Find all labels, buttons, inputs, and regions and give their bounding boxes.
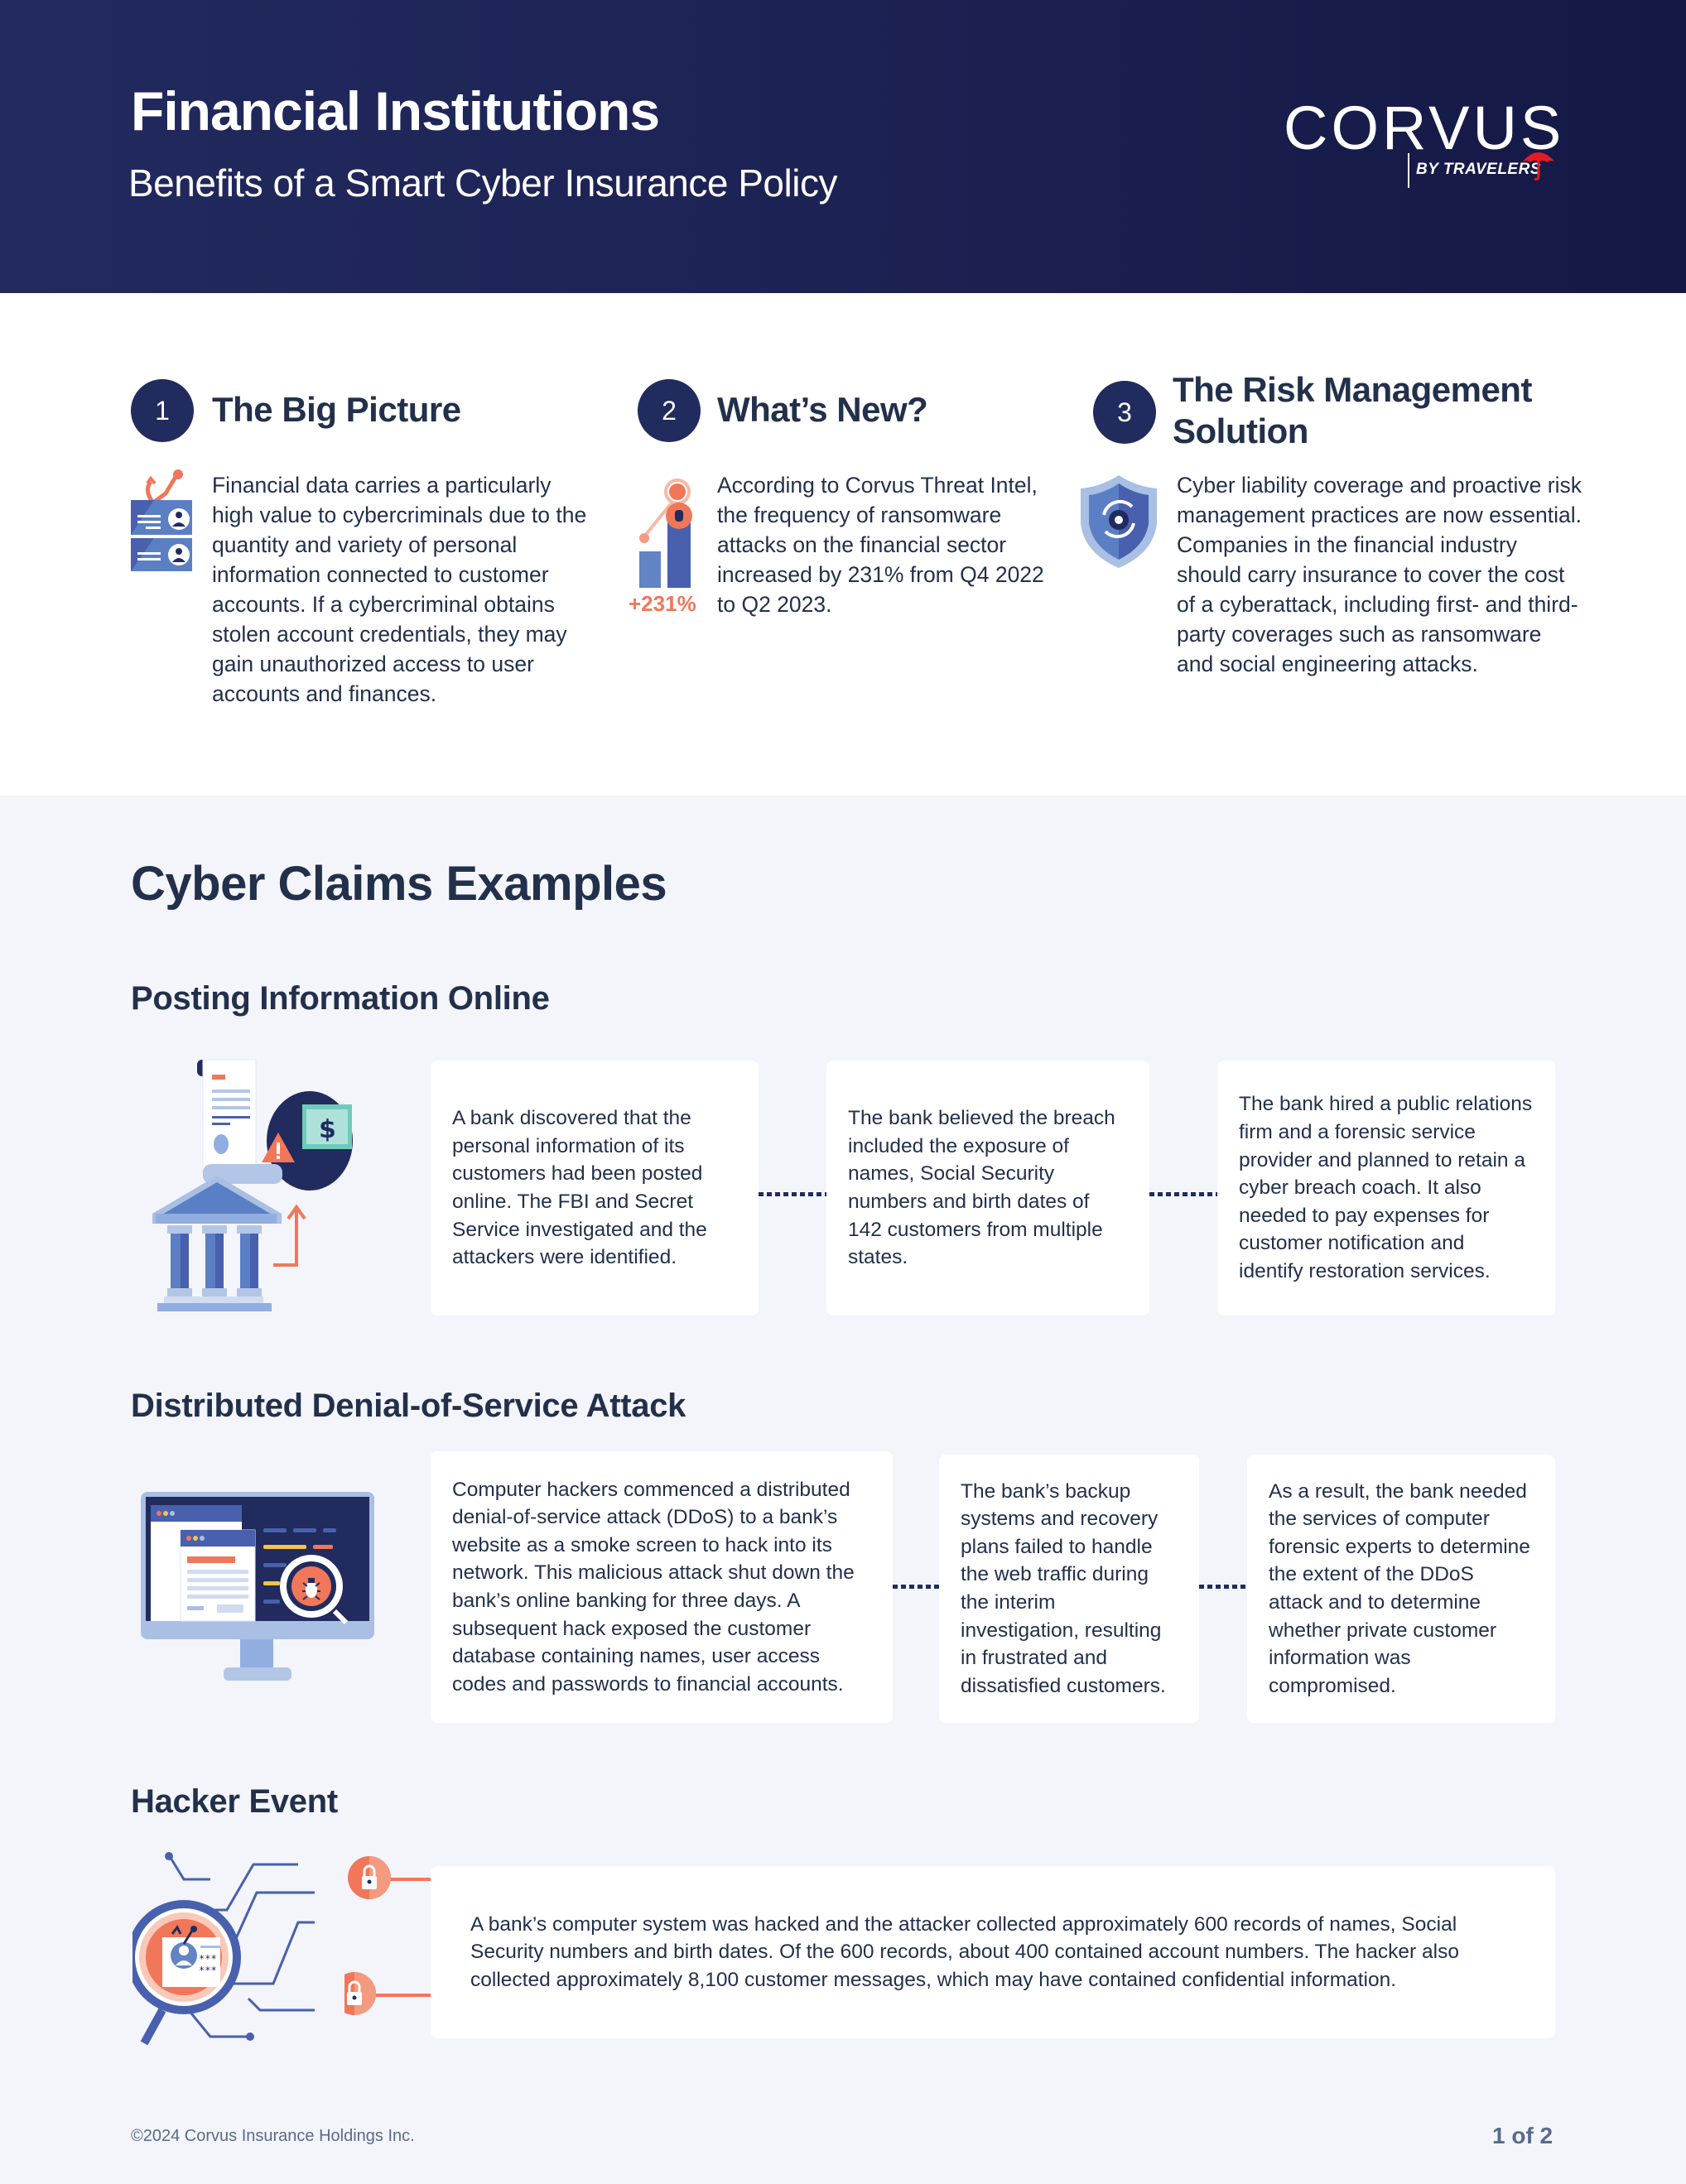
ransomware-growth-chart-icon bbox=[639, 479, 692, 588]
connector-dotted-line bbox=[759, 1192, 826, 1196]
claim-example-title: Posting Information Online bbox=[131, 980, 550, 1017]
page-subtitle: Benefits of a Smart Cyber Insurance Poli… bbox=[128, 161, 837, 204]
overview-body: Financial data carries a particularly hi… bbox=[212, 473, 587, 706]
monitor-bug-magnifier-icon bbox=[141, 1492, 374, 1681]
overview-body: Cyber liability coverage and proactive r… bbox=[1177, 473, 1582, 676]
claim-step-text: The bank’s backup systems and recovery p… bbox=[961, 1479, 1166, 1697]
claim-step-text: The bank hired a public relations firm a… bbox=[1239, 1093, 1533, 1282]
padlock-icons bbox=[344, 1856, 437, 2015]
connector-dotted-line bbox=[1149, 1192, 1217, 1196]
claim-step-card: The bank’s backup systems and recovery p… bbox=[939, 1455, 1199, 1723]
claim-step-card: As a result, the bank needed the service… bbox=[1247, 1455, 1555, 1723]
claim-step-card: The bank hired a public relations firm a… bbox=[1217, 1061, 1555, 1316]
overview-title: The Risk Management Solution bbox=[1173, 370, 1532, 450]
connector-dotted-line bbox=[893, 1585, 939, 1589]
shield-gear-icon bbox=[1081, 475, 1157, 568]
claim-step-text: A bank’s computer system was hacked and … bbox=[470, 1912, 1459, 1991]
phishing-id-cards-icon bbox=[131, 469, 192, 571]
claim-step-text: A bank discovered that the personal info… bbox=[452, 1107, 707, 1269]
svg-text:***: *** bbox=[199, 1965, 217, 1976]
overview-title: What’s New? bbox=[717, 390, 928, 429]
claim-step-card: The bank believed the breach included th… bbox=[826, 1061, 1149, 1316]
svg-text:***: *** bbox=[199, 1953, 217, 1965]
logo-divider bbox=[1408, 153, 1409, 188]
claim-step-text: Computer hackers commenced a distributed… bbox=[452, 1478, 855, 1696]
bank-document-leak-icon: $ bbox=[152, 1059, 353, 1311]
step-number-badge: 1 bbox=[131, 379, 194, 442]
svg-text:$: $ bbox=[319, 1115, 336, 1144]
umbrella-icon bbox=[1522, 152, 1555, 180]
claim-step-card: Computer hackers commenced a distributed… bbox=[431, 1451, 893, 1723]
section-title: Cyber Claims Examples bbox=[131, 857, 667, 911]
page-number: 1 of 2 bbox=[1492, 2123, 1554, 2148]
growth-stat-label: +231% bbox=[629, 591, 696, 616]
claim-example-title: Distributed Denial-of-Service Attack bbox=[131, 1388, 686, 1424]
page-title: Financial Institutions bbox=[131, 80, 660, 142]
claim-example-title: Hacker Event bbox=[131, 1783, 338, 1820]
overview-title: The Big Picture bbox=[212, 390, 461, 429]
overview-body: According to Corvus Threat Intel, the fr… bbox=[717, 473, 1044, 617]
claim-step-text: As a result, the bank needed the service… bbox=[1269, 1479, 1530, 1697]
connector-dotted-line bbox=[1199, 1585, 1247, 1589]
claim-step-card: A bank discovered that the personal info… bbox=[431, 1061, 759, 1316]
claim-step-text: The bank believed the breach included th… bbox=[848, 1107, 1115, 1269]
claim-step-card: A bank’s computer system was hacked and … bbox=[431, 1866, 1555, 2038]
copyright-text: ©2024 Corvus Insurance Holdings Inc. bbox=[131, 2127, 415, 2145]
step-number-badge: 3 bbox=[1093, 381, 1156, 444]
step-number-badge: 2 bbox=[638, 379, 701, 442]
